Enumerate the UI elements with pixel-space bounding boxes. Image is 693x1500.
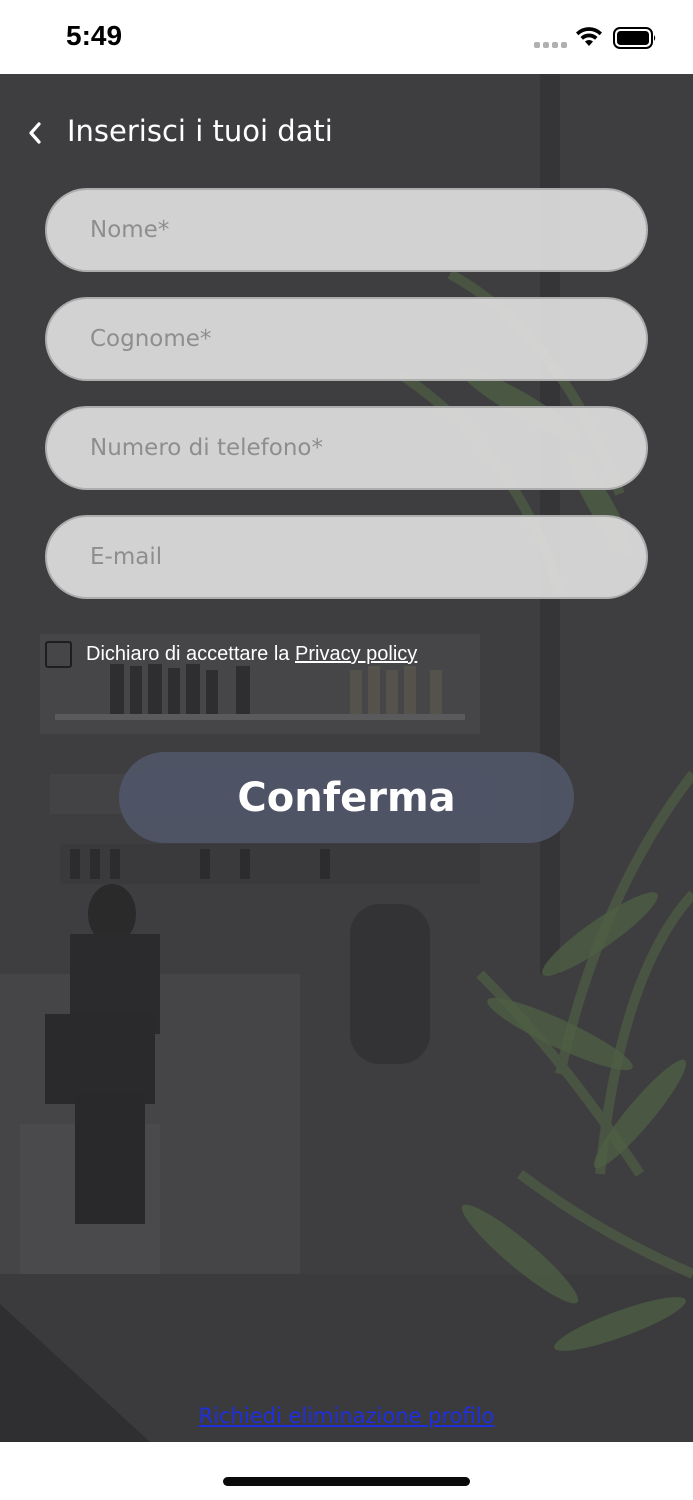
confirm-button[interactable]: Conferma bbox=[119, 752, 574, 843]
cellular-signal-icon bbox=[534, 42, 567, 48]
cognome-input[interactable] bbox=[45, 297, 648, 381]
battery-icon bbox=[613, 27, 656, 49]
page-title: Inserisci i tuoi dati bbox=[67, 114, 333, 148]
privacy-consent-label: Dichiaro di accettare la Privacy policy bbox=[86, 643, 417, 666]
wifi-icon bbox=[576, 27, 602, 46]
home-indicator[interactable] bbox=[223, 1477, 470, 1486]
back-button[interactable] bbox=[18, 116, 52, 150]
status-bar: 5:49 bbox=[0, 0, 693, 74]
nome-input[interactable] bbox=[45, 188, 648, 272]
privacy-policy-link[interactable]: Privacy policy bbox=[295, 643, 417, 665]
delete-profile-link[interactable]: Richiedi eliminazione profilo bbox=[0, 1404, 693, 1428]
chevron-left-icon bbox=[29, 122, 41, 144]
privacy-consent-row: Dichiaro di accettare la Privacy policy bbox=[45, 641, 417, 668]
registration-screen: Inserisci i tuoi dati Dichiaro di accett… bbox=[0, 74, 693, 1442]
phone-input[interactable] bbox=[45, 406, 648, 490]
privacy-consent-text: Dichiaro di accettare la bbox=[86, 643, 290, 665]
status-time: 5:49 bbox=[66, 20, 123, 51]
email-input[interactable] bbox=[45, 515, 648, 599]
privacy-checkbox[interactable] bbox=[45, 641, 72, 668]
